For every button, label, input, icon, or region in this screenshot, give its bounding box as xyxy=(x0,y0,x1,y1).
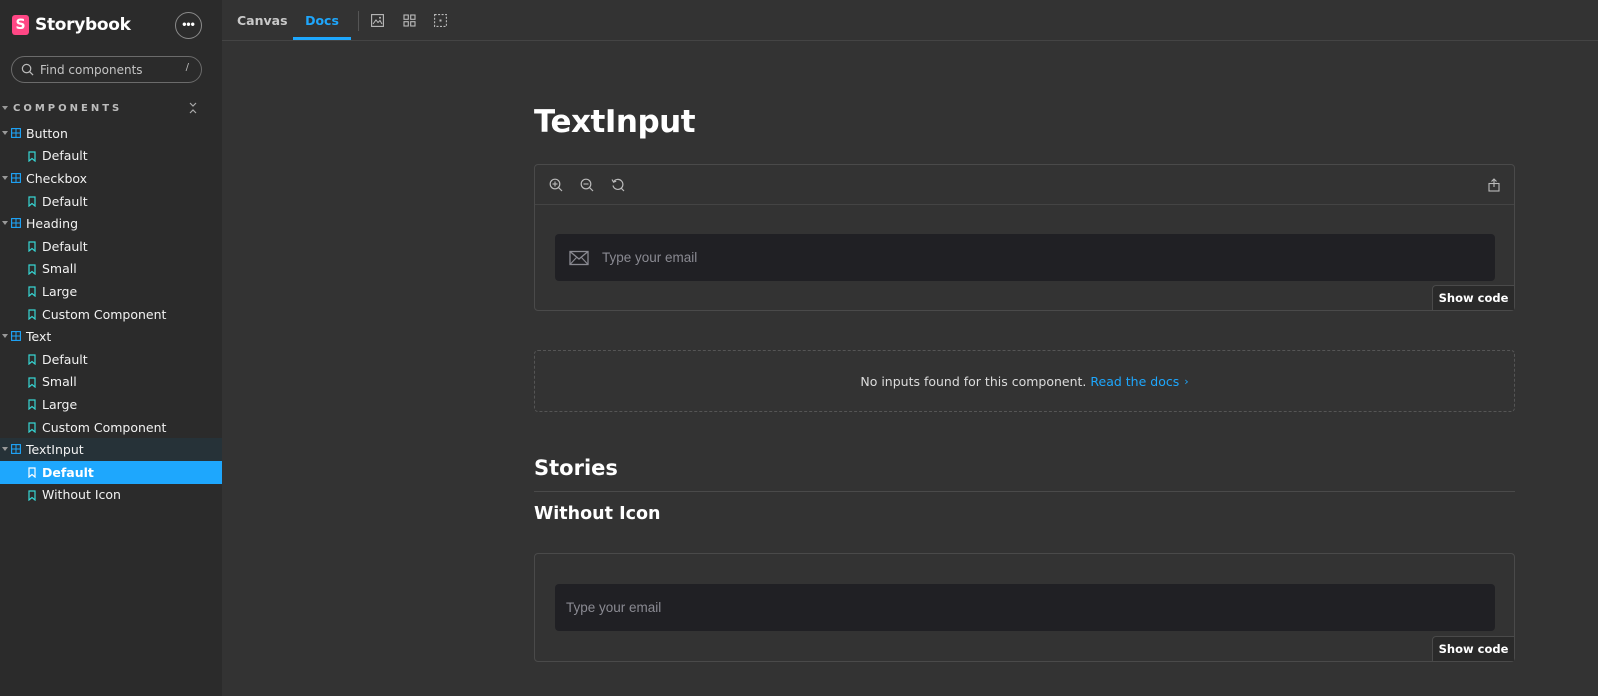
sidebar-story-heading-large[interactable]: Large xyxy=(0,280,222,303)
bookmark-icon xyxy=(28,263,36,275)
sidebar-story-label: Without Icon xyxy=(42,487,121,503)
bookmark-icon xyxy=(28,399,36,411)
envelope-icon xyxy=(569,250,589,265)
story-heading-without-icon: Without Icon xyxy=(534,504,661,524)
sidebar-story-text-custom-component[interactable]: Custom Component xyxy=(0,416,222,439)
sidebar-story-label: Default xyxy=(42,351,88,367)
bookmark-icon xyxy=(28,354,36,365)
ellipsis-icon: ••• xyxy=(182,16,195,31)
bookmark-icon xyxy=(28,467,36,478)
zoom-in-icon[interactable] xyxy=(549,178,563,192)
sidebar-component-label: Heading xyxy=(26,216,79,232)
component-icon xyxy=(11,173,21,184)
section-label: COMPONENTS xyxy=(13,102,123,114)
bookmark-icon xyxy=(28,150,36,162)
caret-down-icon xyxy=(2,447,8,452)
collapse-all-icon[interactable] xyxy=(188,102,198,114)
stories-heading: Stories xyxy=(534,456,1515,492)
email-input-placeholder: Type your email xyxy=(602,250,698,265)
top-toolbar: Canvas Docs xyxy=(222,0,1598,41)
tab-docs[interactable]: Docs xyxy=(293,0,351,40)
toolbar-divider xyxy=(358,11,359,31)
caret-down-icon xyxy=(2,221,8,226)
sidebar-story-textinput-without-icon[interactable]: Without Icon xyxy=(0,484,222,507)
bookmark-icon xyxy=(28,286,36,298)
search-input[interactable]: Find components / xyxy=(11,56,202,83)
sidebar-story-label: Large xyxy=(42,283,78,299)
no-inputs-message: No inputs found for this component. xyxy=(860,373,1087,389)
more-menu-button[interactable]: ••• xyxy=(175,12,202,39)
preview-toolbar xyxy=(535,165,1514,205)
sidebar-story-label: Default xyxy=(42,148,88,164)
component-icon xyxy=(11,444,21,455)
search-shortcut: / xyxy=(185,62,189,73)
sidebar-story-heading-custom-component[interactable]: Custom Component xyxy=(0,303,222,326)
component-icon xyxy=(11,218,21,229)
chevron-right-icon: › xyxy=(1184,374,1189,388)
sidebar-story-label: Custom Component xyxy=(42,306,167,322)
sidebar-component-label: Button xyxy=(26,125,68,141)
primary-story-preview: Type your email Show code xyxy=(534,164,1515,311)
caret-down-icon xyxy=(2,131,8,135)
sidebar-story-checkbox-default[interactable]: Default xyxy=(0,190,222,213)
show-code-button[interactable]: Show code xyxy=(1432,285,1514,310)
bookmark-icon xyxy=(28,422,36,433)
brand-name: Storybook xyxy=(35,15,131,35)
tab-canvas[interactable]: Canvas xyxy=(237,0,288,40)
component-tree: Button Default Checkbox Default Heading Defau… xyxy=(0,122,222,506)
sidebar-component-textinput[interactable]: TextInput xyxy=(0,438,222,461)
caret-down-icon xyxy=(2,176,8,181)
show-code-button[interactable]: Show code xyxy=(1432,636,1514,661)
sidebar-story-label: Small xyxy=(42,374,77,390)
sidebar-story-text-large[interactable]: Large xyxy=(0,393,222,416)
sidebar-component-label: Checkbox xyxy=(26,170,88,186)
email-input[interactable]: Type your email xyxy=(555,234,1495,281)
image-icon[interactable] xyxy=(371,14,384,27)
component-icon xyxy=(11,331,21,342)
sidebar-story-button-default[interactable]: Default xyxy=(0,145,222,168)
storybook-logo-icon: S xyxy=(12,15,29,35)
sidebar-component-button[interactable]: Button xyxy=(0,122,222,145)
outline-icon[interactable] xyxy=(434,14,447,27)
share-icon[interactable] xyxy=(1487,178,1501,192)
sidebar-component-label: Text xyxy=(26,329,52,345)
bookmark-icon xyxy=(28,241,36,252)
sidebar-story-label: Default xyxy=(42,193,88,209)
sidebar-component-text[interactable]: Text xyxy=(0,325,222,348)
component-icon xyxy=(11,128,21,138)
zoom-out-icon[interactable] xyxy=(580,178,594,192)
components-section-header[interactable]: COMPONENTS xyxy=(0,100,222,116)
bookmark-icon xyxy=(28,376,36,388)
page-title: TextInput xyxy=(534,104,696,140)
email-input-placeholder: Type your email xyxy=(566,600,662,615)
secondary-story-preview: Type your email Show code xyxy=(534,553,1515,662)
search-icon xyxy=(21,63,34,76)
sidebar-story-label: Custom Component xyxy=(42,419,167,435)
bookmark-icon xyxy=(28,196,36,207)
brand[interactable]: S Storybook xyxy=(12,14,131,36)
email-input-without-icon[interactable]: Type your email xyxy=(555,584,1495,631)
sidebar-component-checkbox[interactable]: Checkbox xyxy=(0,167,222,190)
args-table-empty: No inputs found for this component. Read… xyxy=(534,350,1515,412)
sidebar-component-label: TextInput xyxy=(26,442,84,458)
grid-icon[interactable] xyxy=(403,14,416,27)
sidebar-component-heading[interactable]: Heading xyxy=(0,212,222,235)
sidebar-story-text-small[interactable]: Small xyxy=(0,371,222,394)
sidebar-story-label: Large xyxy=(42,396,78,412)
sidebar-story-label: Default xyxy=(42,238,88,254)
sidebar-story-heading-default[interactable]: Default xyxy=(0,235,222,258)
caret-down-icon xyxy=(2,106,8,110)
search-placeholder: Find components xyxy=(40,62,143,77)
caret-down-icon xyxy=(2,334,8,339)
sidebar-story-textinput-default[interactable]: Default xyxy=(0,460,222,484)
sidebar-story-label: Small xyxy=(42,261,77,277)
sidebar-story-text-default[interactable]: Default xyxy=(0,348,222,371)
sidebar-story-heading-small[interactable]: Small xyxy=(0,258,222,281)
read-the-docs-link[interactable]: Read the docs xyxy=(1090,374,1179,389)
reset-zoom-icon[interactable] xyxy=(611,178,625,192)
sidebar-story-label: Default xyxy=(42,464,94,480)
sidebar: S Storybook ••• Find components / COMPON… xyxy=(0,0,222,696)
bookmark-icon xyxy=(28,309,36,320)
bookmark-icon xyxy=(28,489,36,501)
